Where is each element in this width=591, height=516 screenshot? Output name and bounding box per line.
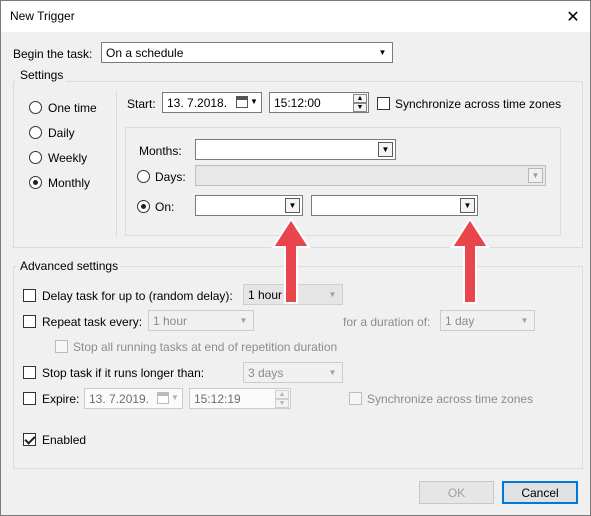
arrow-up-icon (450, 217, 490, 304)
radio-weekly[interactable] (29, 151, 42, 164)
repeat-task-checkbox[interactable] (23, 315, 36, 328)
expire-checkbox[interactable] (23, 392, 36, 405)
radio-one-time-label: One time (48, 101, 97, 115)
chevron-down-icon: ▼ (378, 142, 393, 157)
on-week-dropdown[interactable]: ▼ (195, 195, 303, 216)
chevron-down-icon: ▼ (250, 97, 258, 106)
cancel-button-label: Cancel (521, 485, 559, 500)
window-title: New Trigger (10, 9, 75, 23)
start-date-value: 13. 7.2018. (167, 96, 228, 110)
delay-task-checkbox[interactable] (23, 289, 36, 302)
close-button[interactable]: ✕ (556, 1, 590, 32)
start-time-value: 15:12:00 (274, 96, 321, 110)
enabled-label: Enabled (42, 433, 87, 447)
stop-longer-label: Stop task if it runs longer than: (42, 366, 205, 380)
radio-monthly-label: Monthly (48, 176, 91, 190)
spin-down-icon[interactable]: ▼ (353, 103, 367, 112)
start-time-field[interactable]: 15:12:00 ▲ ▼ (269, 92, 369, 113)
on-day-dropdown[interactable]: ▼ (311, 195, 478, 216)
on-label: On: (155, 200, 175, 214)
duration-label: for a duration of: (343, 315, 431, 329)
arrow-up-icon (271, 217, 311, 304)
expire-sync-checkbox[interactable] (349, 392, 362, 405)
duration-dropdown[interactable]: 1 day ▼ (440, 310, 535, 331)
title-bar: New Trigger ✕ (1, 1, 590, 32)
spin-up-icon[interactable]: ▲ (353, 94, 367, 103)
ok-button[interactable]: OK (419, 481, 494, 504)
advanced-settings-legend: Advanced settings (17, 259, 122, 273)
begin-task-value: On a schedule (106, 46, 184, 60)
months-dropdown[interactable]: ▼ (195, 139, 396, 160)
stop-longer-value: 3 days (248, 366, 284, 380)
cancel-button[interactable]: Cancel (502, 481, 578, 504)
days-dropdown[interactable]: ▼ (195, 165, 546, 186)
chevron-down-icon: ▼ (328, 368, 337, 377)
ok-button-label: OK (447, 485, 466, 500)
chevron-down-icon: ▼ (528, 168, 543, 183)
calendar-icon (236, 96, 248, 108)
chevron-down-icon: ▼ (460, 198, 475, 213)
start-date-picker[interactable]: 13. 7.2018. ▼ (162, 92, 262, 113)
annotation-arrow-right (450, 217, 490, 304)
expire-time-field[interactable]: 15:12:19 ▲ ▼ (189, 388, 291, 409)
expire-date-picker[interactable]: 13. 7.2019. ▼ (84, 388, 183, 409)
repeat-value: 1 hour (153, 314, 188, 328)
start-label: Start: (127, 97, 156, 111)
settings-divider (116, 91, 117, 237)
radio-daily-label: Daily (48, 126, 75, 140)
radio-one-time[interactable] (29, 101, 42, 114)
chevron-down-icon: ▼ (285, 198, 300, 213)
enabled-checkbox[interactable] (23, 433, 36, 446)
expire-date-value: 13. 7.2019. (89, 392, 150, 406)
chevron-down-icon: ▼ (328, 290, 337, 299)
radio-monthly[interactable] (29, 176, 42, 189)
chevron-down-icon: ▼ (378, 48, 387, 57)
stop-running-tasks-label: Stop all running tasks at end of repetit… (73, 340, 338, 354)
delay-task-label: Delay task for up to (random delay): (42, 289, 233, 303)
radio-daily[interactable] (29, 126, 42, 139)
spin-up-icon[interactable]: ▲ (275, 390, 289, 399)
expire-time-value: 15:12:19 (194, 392, 241, 406)
close-icon: ✕ (566, 8, 580, 26)
expire-label: Expire: (42, 392, 80, 406)
repeat-task-label: Repeat task every: (42, 315, 143, 329)
begin-task-label: Begin the task: (13, 47, 93, 61)
settings-legend: Settings (17, 68, 67, 82)
radio-on[interactable] (137, 200, 150, 213)
stop-running-tasks-checkbox[interactable] (55, 340, 68, 353)
expire-time-spinner[interactable]: ▲ ▼ (275, 390, 289, 408)
expire-sync-label: Synchronize across time zones (367, 392, 534, 406)
calendar-icon (157, 392, 169, 404)
stop-longer-dropdown[interactable]: 3 days ▼ (243, 362, 343, 383)
repeat-dropdown[interactable]: 1 hour ▼ (148, 310, 254, 331)
sync-timezones-label: Synchronize across time zones (395, 97, 562, 111)
chevron-down-icon: ▼ (520, 316, 529, 325)
start-time-spinner[interactable]: ▲ ▼ (353, 94, 367, 112)
new-trigger-dialog: New Trigger ✕ Begin the task: On a sched… (0, 0, 591, 516)
spin-down-icon[interactable]: ▼ (275, 399, 289, 408)
chevron-down-icon: ▼ (239, 316, 248, 325)
days-label: Days: (155, 170, 186, 184)
radio-weekly-label: Weekly (48, 151, 88, 165)
chevron-down-icon: ▼ (171, 393, 179, 402)
stop-longer-checkbox[interactable] (23, 366, 36, 379)
months-label: Months: (139, 144, 182, 158)
radio-days[interactable] (137, 170, 150, 183)
annotation-arrow-left (271, 217, 311, 304)
duration-value: 1 day (445, 314, 475, 328)
begin-task-dropdown[interactable]: On a schedule ▼ (101, 42, 393, 63)
sync-timezones-checkbox[interactable] (377, 97, 390, 110)
